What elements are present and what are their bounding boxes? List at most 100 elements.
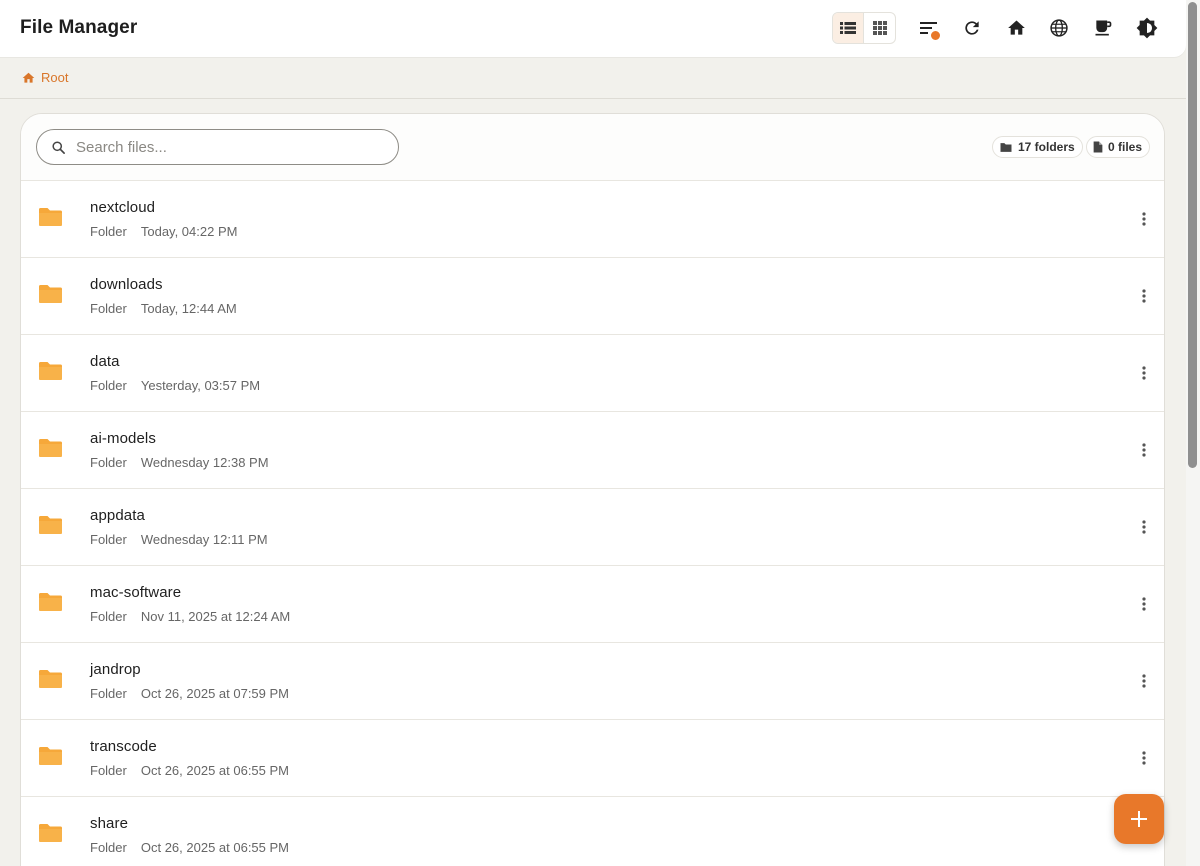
- item-modified: Oct 26, 2025 at 07:59 PM: [140, 686, 290, 701]
- item-menu-button[interactable]: [1133, 285, 1155, 307]
- item-type: Folder: [90, 763, 127, 778]
- list-item[interactable]: transcode Folder Oct 26, 2025 at 06:55 P…: [21, 720, 1164, 797]
- list-item[interactable]: ai-models Folder Wednesday 12:38 PM: [21, 412, 1164, 489]
- list-item[interactable]: downloads Folder Today, 12:44 AM: [21, 258, 1164, 335]
- list-item[interactable]: share Folder Oct 26, 2025 at 06:55 PM: [21, 797, 1164, 866]
- list-item[interactable]: data Folder Yesterday, 03:57 PM: [21, 335, 1164, 412]
- item-meta: Folder Oct 26, 2025 at 07:59 PM: [90, 686, 289, 701]
- theme-toggle-button[interactable]: [1133, 14, 1161, 42]
- language-button[interactable]: [1045, 14, 1073, 42]
- scrollbar-thumb[interactable]: [1188, 2, 1197, 468]
- folder-icon: [39, 439, 62, 457]
- breadcrumb-root[interactable]: Root: [21, 70, 68, 85]
- home-button[interactable]: [1002, 14, 1030, 42]
- grid-view-button[interactable]: [864, 13, 895, 43]
- item-meta: Folder Oct 26, 2025 at 06:55 PM: [90, 763, 289, 778]
- app-title: File Manager: [20, 17, 138, 38]
- breadcrumb-root-label: Root: [41, 70, 69, 85]
- search-box: [36, 129, 399, 165]
- item-modified: Wednesday 12:38 PM: [140, 455, 269, 470]
- item-modified: Yesterday, 03:57 PM: [140, 378, 261, 393]
- view-toggle: [832, 12, 896, 44]
- folder-count-badge: 17 folders: [992, 136, 1083, 158]
- item-name: downloads: [90, 276, 163, 293]
- item-menu-button[interactable]: [1133, 593, 1155, 615]
- breadcrumb-bar: Root: [0, 57, 1186, 99]
- refresh-icon: [965, 21, 979, 35]
- item-name: share: [90, 815, 129, 832]
- file-icon: [1093, 141, 1103, 153]
- plus-icon: [1131, 811, 1147, 827]
- folder-icon: [39, 747, 62, 765]
- item-name: mac-software: [90, 584, 182, 601]
- item-modified: Wednesday 12:11 PM: [140, 532, 268, 547]
- item-type: Folder: [90, 301, 127, 316]
- folder-icon: [39, 670, 62, 688]
- item-modified: Today, 12:44 AM: [140, 301, 237, 316]
- item-menu-button[interactable]: [1133, 670, 1155, 692]
- item-menu-button[interactable]: [1133, 439, 1155, 461]
- item-meta: Folder Today, 12:44 AM: [90, 301, 237, 316]
- item-type: Folder: [90, 840, 127, 855]
- more-vertical-icon: [1142, 443, 1146, 457]
- more-vertical-icon: [1142, 520, 1146, 534]
- more-vertical-icon: [1142, 597, 1146, 611]
- item-meta: Folder Oct 26, 2025 at 06:55 PM: [90, 840, 289, 855]
- item-name: nextcloud: [90, 199, 156, 216]
- search-icon: [52, 140, 65, 154]
- item-menu-button[interactable]: [1133, 208, 1155, 230]
- folder-icon: [39, 593, 62, 611]
- list-item[interactable]: jandrop Folder Oct 26, 2025 at 07:59 PM: [21, 643, 1164, 720]
- home-icon: [1007, 20, 1025, 35]
- folder-icon: [39, 362, 62, 380]
- item-menu-button[interactable]: [1133, 362, 1155, 384]
- item-menu-button[interactable]: [1133, 747, 1155, 769]
- file-count: 0 files: [1108, 140, 1143, 154]
- sort-button[interactable]: [915, 14, 943, 42]
- list-item[interactable]: nextcloud Folder Today, 04:22 PM: [21, 181, 1164, 258]
- item-type: Folder: [90, 378, 127, 393]
- scrollbar[interactable]: [1186, 0, 1200, 866]
- theme-icon: [1136, 17, 1158, 39]
- item-modified: Nov 11, 2025 at 12:24 AM: [140, 609, 291, 624]
- more-vertical-icon: [1142, 751, 1146, 765]
- item-type: Folder: [90, 686, 127, 701]
- list-view-button[interactable]: [833, 13, 865, 43]
- app-bar: File Manager: [0, 0, 1186, 57]
- folder-count: 17 folders: [1018, 140, 1075, 154]
- item-meta: Folder Nov 11, 2025 at 12:24 AM: [90, 609, 290, 624]
- item-modified: Oct 26, 2025 at 06:55 PM: [140, 840, 290, 855]
- folder-icon: [39, 516, 62, 534]
- refresh-button[interactable]: [958, 14, 986, 42]
- item-name: jandrop: [90, 661, 141, 678]
- item-meta: Folder Today, 04:22 PM: [90, 224, 237, 239]
- sort-active-badge: [930, 30, 941, 41]
- search-input[interactable]: [76, 138, 376, 156]
- home-icon: [22, 72, 35, 83]
- grid-view-icon: [872, 21, 887, 35]
- folder-icon: [39, 208, 62, 226]
- more-vertical-icon: [1142, 212, 1146, 226]
- item-type: Folder: [90, 455, 127, 470]
- add-button[interactable]: [1114, 794, 1164, 844]
- list-item[interactable]: appdata Folder Wednesday 12:11 PM: [21, 489, 1164, 566]
- more-vertical-icon: [1142, 289, 1146, 303]
- coffee-icon: [1095, 20, 1112, 36]
- file-list: nextcloud Folder Today, 04:22 PM downloa…: [21, 181, 1164, 866]
- item-meta: Folder Wednesday 12:38 PM: [90, 455, 269, 470]
- item-modified: Today, 04:22 PM: [140, 224, 238, 239]
- item-type: Folder: [90, 609, 127, 624]
- item-name: ai-models: [90, 430, 156, 447]
- file-count-badge: 0 files: [1086, 136, 1151, 158]
- globe-icon: [1050, 19, 1068, 37]
- list-item[interactable]: mac-software Folder Nov 11, 2025 at 12:2…: [21, 566, 1164, 643]
- file-list-header: 17 folders 0 files: [21, 114, 1164, 181]
- more-vertical-icon: [1142, 366, 1146, 380]
- file-list-card: 17 folders 0 files nextcloud Folder Toda…: [20, 113, 1165, 866]
- item-menu-button[interactable]: [1133, 516, 1155, 538]
- folder-icon: [1000, 142, 1012, 152]
- item-modified: Oct 26, 2025 at 06:55 PM: [140, 763, 290, 778]
- folder-icon: [39, 824, 62, 842]
- folder-icon: [39, 285, 62, 303]
- coffee-button[interactable]: [1089, 14, 1117, 42]
